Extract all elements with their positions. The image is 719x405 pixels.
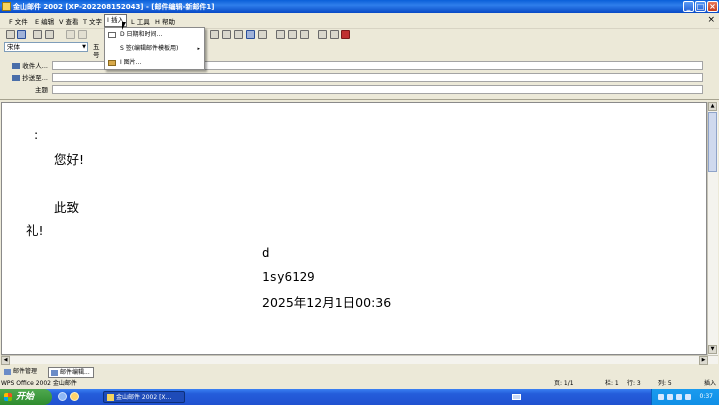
copy-icon[interactable]	[78, 30, 87, 39]
address-book-icon[interactable]	[276, 30, 285, 39]
menu-item-picture[interactable]: I 图片...	[106, 57, 204, 69]
scroll-thumb[interactable]	[708, 112, 717, 172]
horizontal-scrollbar[interactable]: ◀ ▶	[1, 355, 718, 365]
status-line: 行: 3	[627, 380, 641, 387]
chevron-down-icon: ▼	[82, 44, 86, 50]
scroll-down-icon[interactable]: ▼	[708, 345, 717, 354]
menu-text[interactable]: T 文字	[81, 16, 104, 26]
font-family-value: 宋体	[7, 43, 20, 51]
mail-icon	[4, 368, 11, 375]
scroll-up-icon[interactable]: ▲	[708, 102, 717, 111]
menu-file[interactable]: F 文件	[7, 16, 30, 26]
tab-mail-editor[interactable]: 邮件编辑...	[48, 367, 94, 378]
network-icon[interactable]	[658, 394, 664, 400]
security-icon[interactable]	[676, 394, 682, 400]
tab-mail-manager[interactable]: 邮件管理	[2, 367, 40, 378]
app-icon	[107, 394, 114, 401]
start-button[interactable]: 开始	[0, 389, 52, 405]
status-page: 页: 1/1	[554, 380, 574, 387]
menu-help[interactable]: H 帮助	[153, 16, 177, 26]
preview-icon[interactable]	[33, 30, 42, 39]
address-book-icon	[12, 63, 21, 69]
document-close-button[interactable]: ×	[707, 15, 715, 25]
status-row: 栏: 1	[605, 380, 619, 387]
menu-tools[interactable]: L 工具	[129, 16, 152, 26]
signature-name: d	[262, 245, 270, 260]
menu-view[interactable]: V 查看	[57, 16, 81, 26]
message-body-editor[interactable]: : 您好! 此致 礼! d 1sy6129 2025年12月1日00:36	[1, 102, 707, 355]
scroll-right-icon[interactable]: ▶	[699, 356, 708, 365]
save-icon[interactable]	[6, 30, 15, 39]
maximize-button[interactable]: □	[695, 1, 706, 12]
print-icon[interactable]	[45, 30, 54, 39]
menu-item-signature[interactable]: S 签(编辑邮件模板用) ▸	[106, 43, 204, 55]
calendar-icon	[108, 32, 116, 38]
body-greeting: 您好!	[54, 152, 85, 167]
to-label[interactable]: 收件人...	[8, 61, 48, 71]
cc-field[interactable]	[52, 73, 703, 82]
cc-label[interactable]: 抄送至...	[8, 73, 48, 83]
ime-icon[interactable]	[685, 394, 691, 400]
insert-menu-dropdown: D 日期和时间... S 签(编辑邮件模板用) ▸ I 图片...	[104, 27, 205, 70]
attach-icon[interactable]	[288, 30, 297, 39]
window-title: 金山邮件 2002 [XP-202208152043] - [邮件编辑-新邮件1…	[13, 3, 215, 11]
status-mode: 插入	[704, 380, 717, 387]
taskbar: 开始 金山邮件 2002 [X... 0:37	[0, 389, 719, 405]
menu-item-date-time[interactable]: D 日期和时间...	[106, 29, 204, 41]
status-bar: WPS Office 2002 金山邮件 页: 1/1 栏: 1 行: 3 列:…	[0, 378, 719, 389]
signature-user: 1sy6129	[262, 269, 315, 284]
close-button[interactable]: ×	[707, 1, 718, 12]
image-icon[interactable]	[258, 30, 267, 39]
submenu-arrow-icon: ▸	[197, 46, 200, 52]
scroll-left-icon[interactable]: ◀	[1, 356, 10, 365]
volume-icon[interactable]	[667, 394, 673, 400]
font-family-select[interactable]: 宋体 ▼	[4, 42, 88, 52]
taskbar-item-mail[interactable]: 金山邮件 2002 [X...	[103, 391, 185, 403]
justify-icon[interactable]	[246, 30, 255, 39]
body-closing-1: 此致	[54, 200, 80, 215]
app-icon	[2, 2, 11, 11]
align-left-icon[interactable]	[210, 30, 219, 39]
windows-logo-icon	[4, 393, 12, 401]
align-right-icon[interactable]	[234, 30, 243, 39]
align-center-icon[interactable]	[222, 30, 231, 39]
cut-icon[interactable]	[66, 30, 75, 39]
attachment-clip-icon[interactable]	[330, 30, 339, 39]
vertical-scrollbar[interactable]: ▲ ▼	[707, 102, 718, 355]
body-closing-2: 礼!	[26, 223, 44, 238]
signature-date: 2025年12月1日00:36	[262, 295, 392, 310]
send-icon[interactable]	[17, 30, 26, 39]
system-tray: 0:37	[651, 389, 719, 405]
mail-edit-icon	[51, 369, 58, 376]
body-line-colon: :	[34, 127, 39, 142]
address-book-icon	[12, 75, 21, 81]
status-col: 列: 5	[658, 380, 672, 387]
signature-icon[interactable]	[318, 30, 327, 39]
minimize-button[interactable]: _	[683, 1, 694, 12]
clock: 0:37	[699, 393, 713, 400]
menu-edit[interactable]: E 编辑	[33, 16, 56, 26]
priority-icon[interactable]	[341, 30, 350, 39]
document-tabs: 邮件管理 邮件编辑...	[0, 366, 719, 378]
quicklaunch-icon[interactable]	[70, 392, 79, 401]
keyboard-icon[interactable]	[512, 394, 521, 400]
ie-icon[interactable]	[58, 392, 67, 401]
picture-icon	[108, 60, 116, 66]
subject-label: 主题	[35, 86, 48, 94]
address-check-icon[interactable]	[300, 30, 309, 39]
mouse-cursor-icon	[122, 22, 126, 30]
subject-field[interactable]	[52, 85, 703, 94]
status-app: WPS Office 2002 金山邮件	[1, 380, 77, 387]
title-bar: 金山邮件 2002 [XP-202208152043] - [邮件编辑-新邮件1…	[0, 0, 719, 13]
